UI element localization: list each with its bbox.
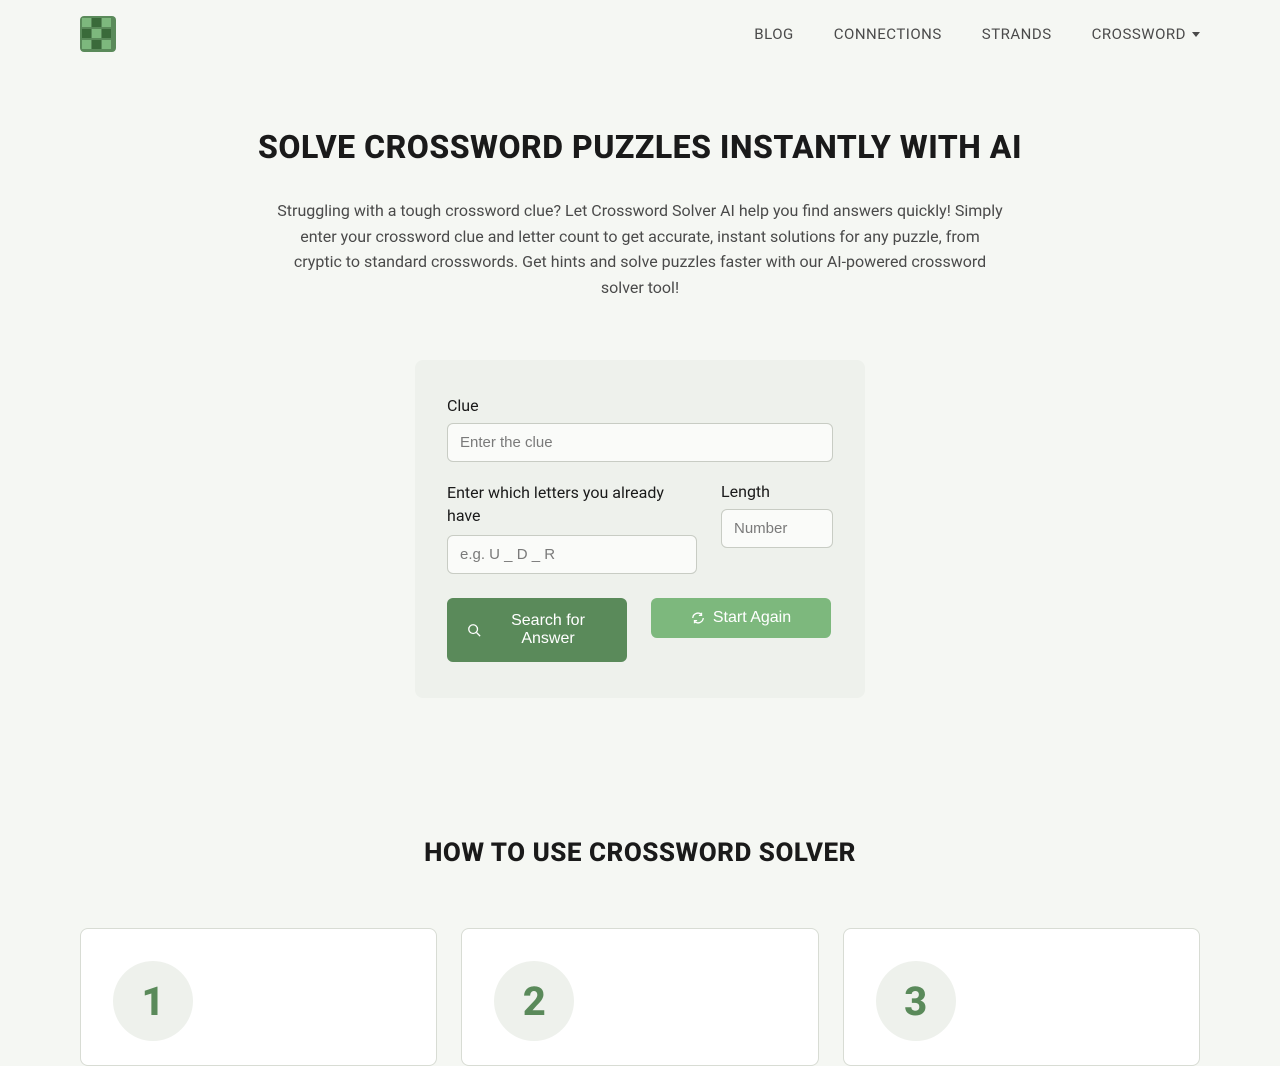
step-number-circle: 2 xyxy=(494,961,574,1041)
button-row: Search for Answer Start Again xyxy=(447,598,833,662)
search-icon xyxy=(467,623,481,637)
form-row: Enter which letters you already have Len… xyxy=(447,482,833,594)
page-title: SOLVE CROSSWORD PUZZLES INSTANTLY WITH A… xyxy=(220,128,1060,166)
step-card-2: 2 xyxy=(461,928,818,1066)
length-label: Length xyxy=(721,482,833,501)
nav-connections[interactable]: CONNECTIONS xyxy=(834,25,942,43)
how-to-title: HOW TO USE CROSSWORD SOLVER xyxy=(0,838,1280,868)
letters-input[interactable] xyxy=(447,535,697,574)
nav-blog[interactable]: BLOG xyxy=(754,25,794,43)
logo[interactable] xyxy=(80,16,116,52)
step-card-1: 1 xyxy=(80,928,437,1066)
step-number-circle: 3 xyxy=(876,961,956,1041)
search-button-label: Search for Answer xyxy=(489,612,607,648)
main-content: SOLVE CROSSWORD PUZZLES INSTANTLY WITH A… xyxy=(140,68,1140,738)
clue-label: Clue xyxy=(447,396,833,415)
length-column: Length xyxy=(721,482,833,594)
clue-input[interactable] xyxy=(447,423,833,462)
caret-down-icon xyxy=(1192,32,1200,37)
nav-links: BLOG CONNECTIONS STRANDS CROSSWORD xyxy=(754,25,1200,43)
page-description: Struggling with a tough crossword clue? … xyxy=(275,198,1005,300)
refresh-icon xyxy=(691,611,705,625)
how-to-section: HOW TO USE CROSSWORD SOLVER 1 2 3 xyxy=(0,838,1280,1066)
step-number: 1 xyxy=(141,978,164,1025)
nav-crossword[interactable]: CROSSWORD xyxy=(1092,25,1200,43)
search-button[interactable]: Search for Answer xyxy=(447,598,627,662)
step-number-circle: 1 xyxy=(113,961,193,1041)
step-number: 3 xyxy=(904,978,927,1025)
steps-row: 1 2 3 xyxy=(0,928,1280,1066)
reset-button[interactable]: Start Again xyxy=(651,598,831,638)
nav-crossword-label: CROSSWORD xyxy=(1092,25,1186,43)
letters-column: Enter which letters you already have xyxy=(447,482,697,594)
step-card-3: 3 xyxy=(843,928,1200,1066)
letters-label: Enter which letters you already have xyxy=(447,482,697,527)
length-input[interactable] xyxy=(721,509,833,548)
reset-button-label: Start Again xyxy=(713,609,791,627)
step-number: 2 xyxy=(523,978,546,1025)
nav-strands[interactable]: STRANDS xyxy=(982,25,1052,43)
navbar: BLOG CONNECTIONS STRANDS CROSSWORD xyxy=(0,0,1280,68)
solver-card: Clue Enter which letters you already hav… xyxy=(415,360,865,698)
